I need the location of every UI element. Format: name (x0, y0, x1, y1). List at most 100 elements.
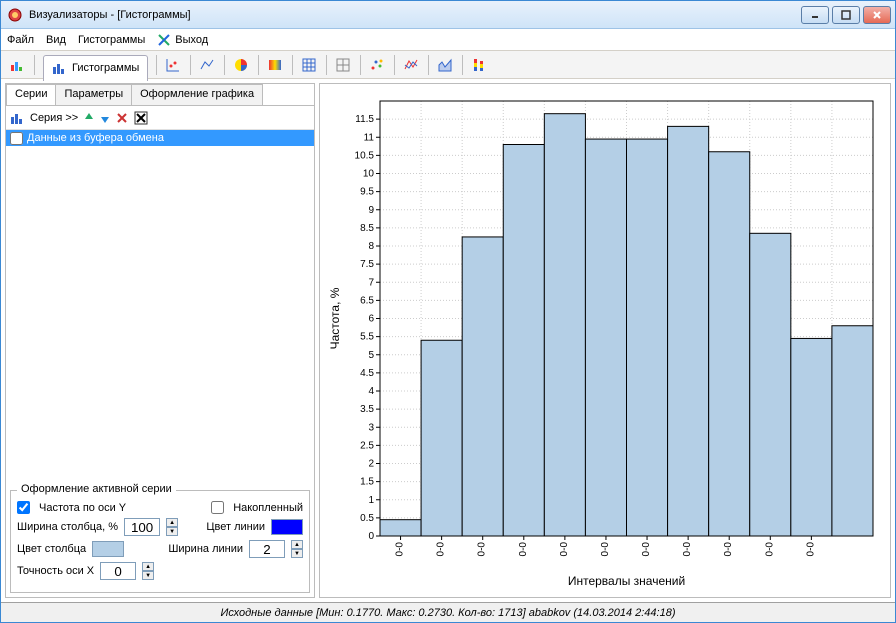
svg-text:0-0: 0-0 (600, 541, 611, 556)
line-color-label: Цвет линии (206, 521, 265, 533)
freq-y-label: Частота по оси Y (39, 502, 126, 514)
svg-text:2: 2 (368, 458, 374, 469)
svg-text:0-0: 0-0 (518, 541, 529, 556)
accum-label: Накопленный (233, 502, 303, 514)
delete-icon[interactable] (116, 112, 128, 124)
col-width-spinner[interactable]: ▲▼ (166, 518, 178, 536)
svg-text:0: 0 (368, 531, 374, 542)
series-checkbox[interactable] (10, 132, 23, 145)
tool-grid-icon[interactable] (331, 54, 355, 76)
tool-stacked-icon[interactable] (467, 54, 491, 76)
svg-text:2.5: 2.5 (360, 440, 374, 451)
svg-text:0-0: 0-0 (436, 541, 447, 556)
line-width-spinner[interactable]: ▲▼ (291, 540, 303, 558)
tool-gradient-icon[interactable] (263, 54, 287, 76)
svg-text:4.5: 4.5 (360, 367, 374, 378)
histogram-icon (52, 61, 66, 75)
tool-area-icon[interactable] (433, 54, 457, 76)
svg-text:1: 1 (368, 494, 374, 505)
line-color-swatch[interactable] (271, 519, 303, 535)
svg-text:6.5: 6.5 (360, 295, 374, 306)
accum-checkbox[interactable] (211, 501, 224, 514)
tool-line-icon[interactable] (195, 54, 219, 76)
titlebar: Визуализаторы - [Гистограммы] (1, 1, 895, 29)
tab-histograms[interactable]: Гистограммы (43, 55, 148, 81)
x-prec-input[interactable] (100, 562, 136, 580)
freq-y-checkbox[interactable] (17, 501, 30, 514)
arrow-down-icon[interactable] (100, 111, 110, 125)
menu-view[interactable]: Вид (46, 34, 66, 46)
tool-scatter-icon[interactable] (365, 54, 389, 76)
svg-text:0-0: 0-0 (559, 541, 570, 556)
svg-text:0-0: 0-0 (477, 541, 488, 556)
menubar: Файл Вид Гистограммы Выход (1, 29, 895, 51)
svg-text:5: 5 (368, 349, 374, 360)
svg-text:11: 11 (364, 132, 375, 143)
col-width-label: Ширина столбца, % (17, 521, 118, 533)
svg-text:0-0: 0-0 (641, 541, 652, 556)
svg-text:0-0: 0-0 (395, 541, 406, 556)
svg-text:9: 9 (368, 204, 374, 215)
minimize-button[interactable] (801, 6, 829, 24)
close-button[interactable] (863, 6, 891, 24)
tab-params[interactable]: Параметры (55, 84, 132, 105)
menu-hist[interactable]: Гистограммы (78, 34, 145, 46)
svg-text:0-0: 0-0 (805, 541, 816, 556)
svg-text:3: 3 (368, 422, 374, 433)
series-item[interactable]: Данные из буфера обмена (6, 130, 314, 146)
svg-text:Частота, %: Частота, % (328, 287, 342, 349)
series-label[interactable]: Серия >> (30, 112, 78, 124)
svg-text:1.5: 1.5 (360, 476, 374, 487)
histogram-chart: 00.511.522.533.544.555.566.577.588.599.5… (325, 91, 885, 591)
group-legend: Оформление активной серии (17, 483, 176, 495)
line-width-input[interactable] (249, 540, 285, 558)
window-title: Визуализаторы - [Гистограммы] (29, 9, 801, 21)
active-series-group: Оформление активной серии Частота по оси… (10, 490, 310, 593)
tool-table-icon[interactable] (297, 54, 321, 76)
app-window: Визуализаторы - [Гистограммы] Файл Вид Г… (0, 0, 896, 623)
col-width-input[interactable] (124, 518, 160, 536)
tool-pie-icon[interactable] (229, 54, 253, 76)
svg-text:7: 7 (368, 277, 374, 288)
maximize-button[interactable] (832, 6, 860, 24)
chart-panel: 00.511.522.533.544.555.566.577.588.599.5… (319, 83, 891, 598)
svg-text:9.5: 9.5 (360, 186, 374, 197)
menu-file[interactable]: Файл (7, 34, 34, 46)
col-color-label: Цвет столбца (17, 543, 86, 555)
series-icon (10, 111, 24, 125)
svg-text:6: 6 (368, 313, 374, 324)
tool-xy-icon[interactable] (161, 54, 185, 76)
x-prec-label: Точность оси X (17, 565, 94, 577)
clear-all-icon[interactable] (134, 111, 148, 125)
series-list[interactable]: Данные из буфера обмена (6, 130, 314, 486)
svg-text:0-0: 0-0 (764, 541, 775, 556)
content-area: Серии Параметры Оформление графика Серия… (1, 79, 895, 602)
svg-text:0-0: 0-0 (723, 541, 734, 556)
svg-text:Интервалы значений: Интервалы значений (568, 574, 685, 588)
svg-text:5.5: 5.5 (360, 331, 374, 342)
svg-text:8: 8 (368, 241, 374, 252)
arrow-up-icon[interactable] (84, 111, 94, 125)
svg-text:10: 10 (363, 168, 375, 179)
svg-text:7.5: 7.5 (360, 259, 374, 270)
svg-text:3.5: 3.5 (360, 404, 374, 415)
svg-text:0-0: 0-0 (682, 541, 693, 556)
line-width-label: Ширина линии (168, 543, 243, 555)
app-icon (7, 7, 23, 23)
svg-text:10.5: 10.5 (355, 150, 375, 161)
status-text: Исходные данные [Мин: 0.1770. Макс: 0.27… (220, 607, 675, 619)
statusbar: Исходные данные [Мин: 0.1770. Макс: 0.27… (1, 602, 895, 622)
bar-color-swatch[interactable] (92, 541, 124, 557)
x-prec-spinner[interactable]: ▲▼ (142, 562, 154, 580)
subtabs: Серии Параметры Оформление графика (6, 84, 314, 106)
series-toolbar: Серия >> (6, 106, 314, 130)
svg-text:8.5: 8.5 (360, 222, 374, 233)
tab-series[interactable]: Серии (6, 84, 56, 105)
menu-exit[interactable]: Выход (157, 33, 208, 47)
toolbar: Гистограммы (1, 51, 895, 79)
tool-bars-icon[interactable] (5, 54, 29, 76)
tab-style[interactable]: Оформление графика (131, 84, 263, 105)
svg-text:11.5: 11.5 (355, 114, 374, 125)
tool-multiline-icon[interactable] (399, 54, 423, 76)
left-panel: Серии Параметры Оформление графика Серия… (5, 83, 315, 598)
